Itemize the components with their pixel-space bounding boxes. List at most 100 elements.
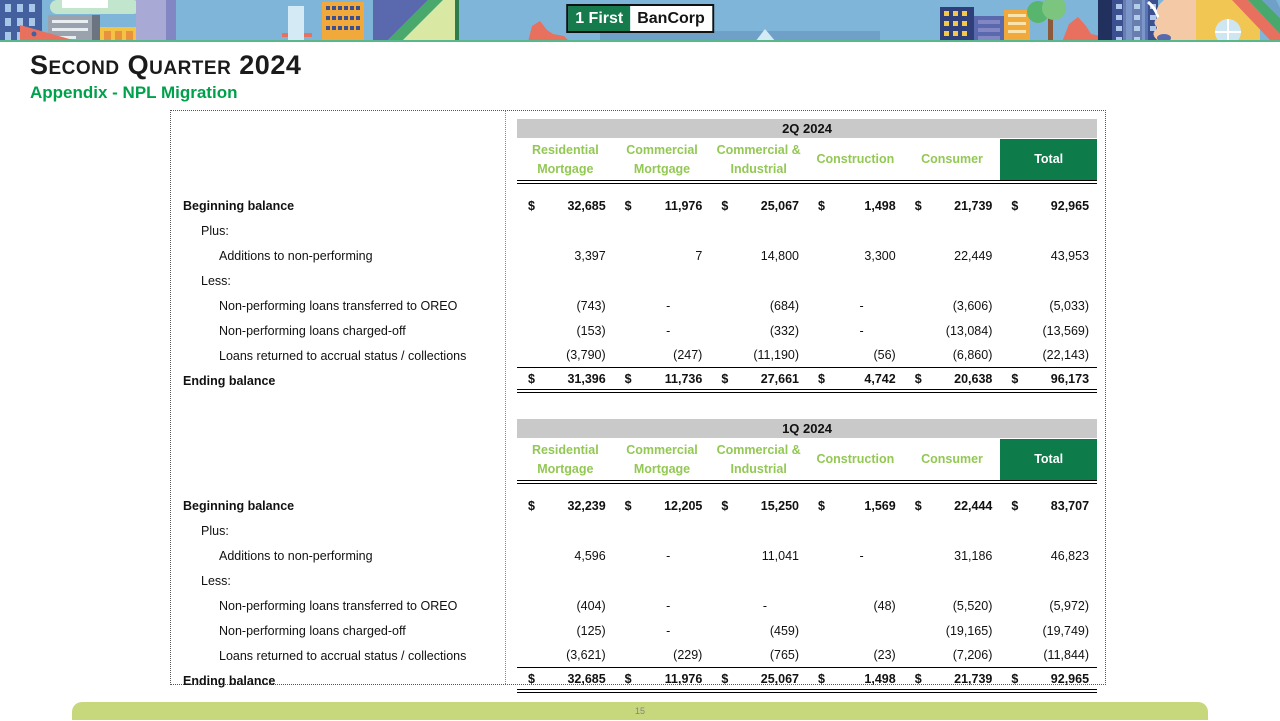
row-label: Beginning balance — [183, 198, 295, 213]
row-cells — [517, 568, 1097, 593]
value-cell: (11,844) — [1000, 643, 1097, 667]
banner: 1 First BanCorp — [0, 0, 1280, 42]
dollar-sign: $ — [914, 671, 922, 686]
cell-value: 11,976 — [664, 198, 703, 213]
column-header-row: Residential Mortgage Commercial Mortgage Com… — [517, 139, 1098, 184]
value-cell — [904, 218, 1001, 243]
value-cell: (5,520) — [904, 593, 1001, 618]
value-cell: (5,033) — [1000, 293, 1097, 318]
column-header-line1: Consumer — [921, 452, 983, 467]
table-row: Loans returned to accrual status / colle… — [171, 643, 1105, 668]
page-subtitle: Appendix - NPL Migration — [30, 83, 238, 102]
column-header-line2: Mortgage — [633, 161, 691, 176]
row-label: Non-performing loans transferred to OREO — [219, 298, 458, 313]
cell-value: (13,569) — [1042, 323, 1090, 338]
value-cell — [517, 268, 614, 293]
value-cell — [614, 218, 711, 243]
value-cell — [807, 518, 904, 543]
cell-value: - — [859, 548, 864, 563]
column-header-line1: Consumer — [921, 152, 983, 167]
row-cells — [517, 268, 1097, 293]
npl-table-2q-2024: 2Q 2024 Residential Mortgage Commercial Mort… — [171, 119, 1105, 393]
row-label: Non-performing loans transferred to OREO — [219, 598, 458, 613]
value-cell: $96,173 — [1000, 368, 1097, 389]
cell-value: (11,844) — [1043, 648, 1090, 662]
column-header: Consumer — [904, 139, 1001, 180]
row-label: Beginning balance — [183, 498, 295, 513]
value-cell: (153) — [517, 318, 614, 343]
row-cells: (3,621) (229) (765) (23) (7,206) (11,844) — [517, 643, 1097, 668]
row-cells: $32,685 $11,976 $25,067 $1,498 $21,739 $92,96… — [517, 193, 1097, 218]
value-cell: $12,205 — [614, 493, 711, 518]
cell-value: (3,606) — [952, 298, 993, 313]
column-header: Construction — [807, 439, 904, 480]
value-cell: (13,569) — [1000, 318, 1097, 343]
dollar-sign: $ — [1011, 498, 1019, 513]
column-header-line1: Construction — [816, 452, 895, 467]
page-title: Second Quarter 2024 — [30, 50, 302, 80]
value-cell — [807, 268, 904, 293]
cell-value: 22,444 — [954, 498, 993, 513]
value-cell — [1000, 518, 1097, 543]
value-cell: 4,596 — [517, 543, 614, 568]
dollar-sign: $ — [721, 671, 729, 686]
dollar-sign: $ — [721, 371, 729, 386]
value-cell: - — [807, 318, 904, 343]
logo-first-segment: 1 First — [568, 6, 631, 31]
cell-value: 21,739 — [954, 198, 993, 213]
cell-value: (153) — [576, 323, 606, 338]
value-cell: (404) — [517, 593, 614, 618]
page-number: 15 — [634, 706, 645, 716]
cell-value: (5,520) — [952, 598, 993, 613]
dollar-sign: $ — [914, 198, 922, 213]
cell-value: (125) — [576, 623, 606, 638]
logo-bancorp-segment: BanCorp — [630, 6, 712, 31]
row-cells — [517, 518, 1097, 543]
value-cell: (19,165) — [904, 618, 1001, 643]
dollar-sign: $ — [528, 198, 535, 213]
column-header: Total — [1000, 439, 1098, 480]
row-cells: 3,397 7 14,800 3,300 22,449 43,953 — [517, 243, 1097, 268]
value-cell — [614, 268, 711, 293]
row-label: Additions to non-performing — [219, 548, 373, 563]
cell-value: 32,239 — [567, 498, 606, 513]
cell-value: 25,067 — [760, 198, 800, 213]
value-cell — [517, 518, 614, 543]
value-cell: $20,638 — [904, 368, 1001, 389]
value-cell: $11,736 — [614, 368, 711, 389]
cell-value: 96,173 — [1050, 371, 1090, 386]
row-cells: 4,596 - 11,041 - 31,186 46,823 — [517, 543, 1097, 568]
row-cells: (153) - (332) - (13,084) (13,569) — [517, 318, 1097, 343]
value-cell: $11,976 — [614, 668, 711, 689]
value-cell — [1000, 218, 1097, 243]
table-row: Plus: — [171, 518, 1105, 543]
column-header-line2: Industrial — [730, 161, 787, 176]
cell-value: (13,084) — [945, 323, 993, 338]
cell-value: 22,449 — [954, 248, 993, 263]
row-label: Ending balance — [183, 673, 276, 688]
value-cell — [614, 518, 711, 543]
cell-value: 31,186 — [954, 548, 993, 563]
row-label: Loans returned to accrual status / colle… — [219, 348, 467, 363]
cell-value: 27,661 — [760, 371, 800, 386]
row-label: Plus: — [201, 223, 229, 238]
value-cell: (247) — [614, 343, 711, 367]
dollar-sign: $ — [528, 371, 535, 386]
value-cell: (3,790) — [517, 343, 614, 367]
dollar-sign: $ — [624, 198, 632, 213]
dollar-sign: $ — [914, 371, 922, 386]
dollar-sign: $ — [528, 498, 535, 513]
column-header: Consumer — [904, 439, 1001, 480]
dollar-sign: $ — [721, 198, 729, 213]
column-header-line1: Commercial — [626, 142, 698, 157]
column-header: Residential Mortgage — [517, 139, 614, 180]
column-header: Construction — [807, 139, 904, 180]
value-cell: $21,739 — [904, 668, 1001, 689]
dollar-sign: $ — [624, 671, 632, 686]
row-cells: $32,239 $12,205 $15,250 $1,569 $22,444 $83,70… — [517, 493, 1097, 518]
value-cell: - — [614, 593, 711, 618]
cell-value: 83,707 — [1050, 498, 1090, 513]
value-cell: (684) — [710, 293, 807, 318]
npl-table-1q-2024: 1Q 2024 Residential Mortgage Commercial Mort… — [171, 419, 1105, 693]
value-cell: (3,621) — [517, 643, 614, 667]
